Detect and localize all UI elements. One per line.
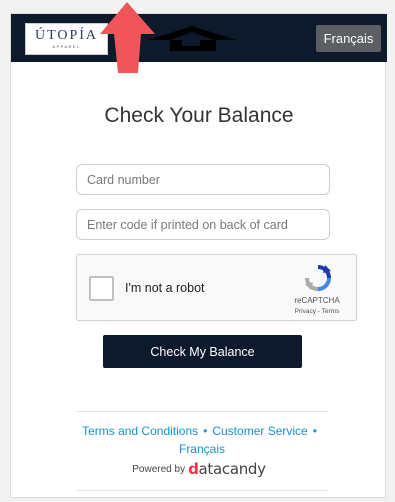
footer-divider-top [76, 411, 328, 412]
terms-link[interactable]: Terms and Conditions [82, 424, 198, 438]
logo-wordmark: ÚTOPÍA [34, 27, 99, 43]
card-number-input[interactable] [76, 164, 330, 195]
page-title: Check Your Balance [104, 104, 294, 127]
footer-divider-bottom [76, 490, 328, 491]
footer-links: Terms and Conditions • Customer Service • F… [71, 422, 333, 458]
black-left-arrow-icon [148, 26, 236, 51]
customer-service-link[interactable]: Customer Service [212, 424, 307, 438]
logo-tagline: APPAREL [52, 43, 81, 49]
recaptcha-logo-icon [305, 265, 331, 291]
datacandy-logo[interactable]: datacandy [188, 460, 266, 478]
language-button[interactable]: Français [316, 25, 381, 52]
datacandy-logo-text: atacandy [198, 460, 267, 478]
utopia-logo[interactable]: ÚTOPÍA APPAREL [25, 23, 108, 55]
balance-card: ÚTOPÍA APPAREL Français Check Your Balan… [10, 13, 387, 498]
powered-by-label: Powered by [132, 463, 186, 475]
footer-separator: • [203, 424, 208, 438]
footer-separator: • [312, 424, 317, 438]
check-balance-button[interactable]: Check My Balance [103, 335, 302, 368]
powered-by: Powered by datacandy [11, 460, 387, 478]
recaptcha-widget: I'm not a robot reCAPTCHA Privacy - Term… [76, 254, 357, 321]
datacandy-logo-mark: d [188, 460, 199, 478]
pin-code-input[interactable] [76, 209, 330, 240]
footer-language-link[interactable]: Français [179, 442, 225, 456]
captcha-privacy-terms[interactable]: Privacy - Terms [277, 308, 357, 315]
captcha-brand: reCAPTCHA [294, 296, 340, 305]
captcha-checkbox[interactable] [89, 276, 114, 301]
captcha-label: I'm not a robot [125, 281, 205, 295]
